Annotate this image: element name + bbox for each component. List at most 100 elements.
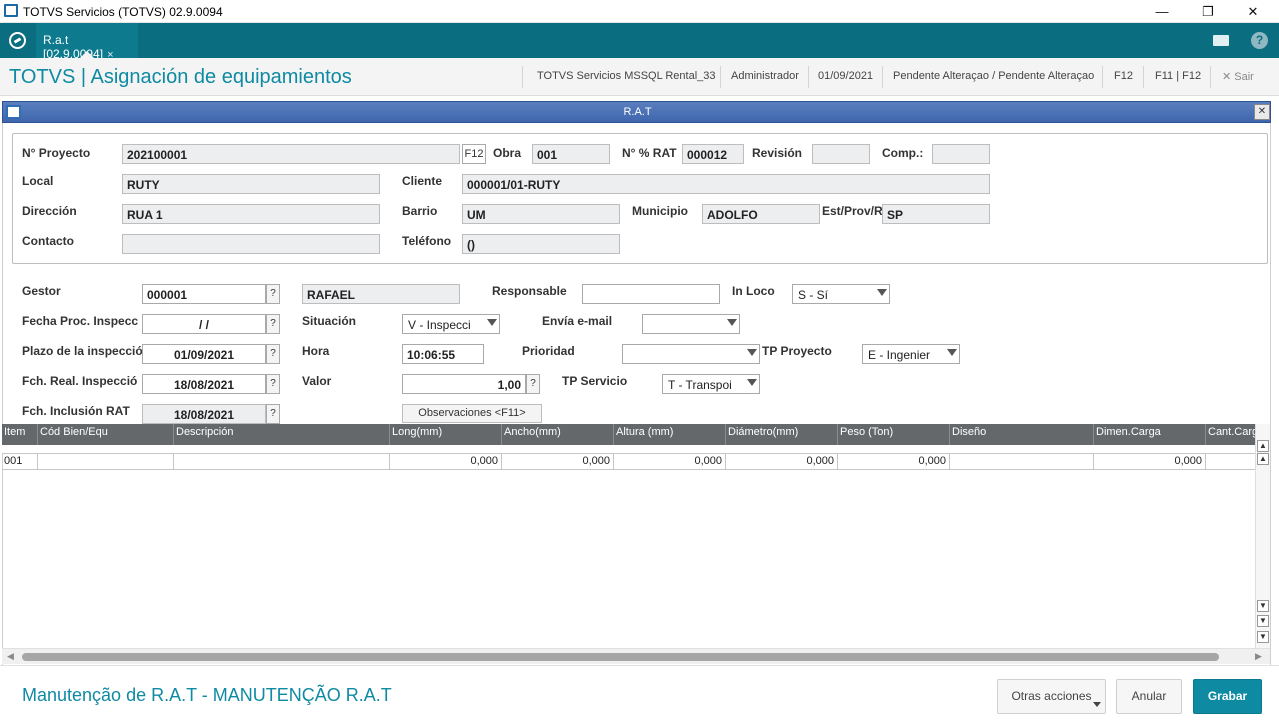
grabar-button[interactable]: Grabar <box>1193 679 1262 714</box>
cell-altura[interactable]: 0,000 <box>614 454 726 470</box>
totvs-logo-icon[interactable] <box>9 32 26 49</box>
col-header-altura[interactable]: Altura (mm) <box>614 424 726 445</box>
col-header-cod[interactable]: Cód Bien/Equ <box>38 424 174 445</box>
fch-incl-label: Fch. Inclusión RAT <box>22 404 130 418</box>
plazo-lookup-button[interactable]: ? <box>266 344 280 364</box>
col-header-item[interactable]: Item <box>2 424 38 445</box>
gestor-lookup-button[interactable]: ? <box>266 284 280 304</box>
estado-field[interactable]: SP <box>882 204 990 224</box>
hora-field[interactable]: 10:06:55 <box>402 344 484 364</box>
proyecto-field[interactable]: 202100001 <box>122 144 460 164</box>
tp-servicio-label: TP Servicio <box>562 374 628 388</box>
barrio-field[interactable]: UM <box>462 204 620 224</box>
comp-field[interactable] <box>932 144 990 164</box>
local-field[interactable]: RUTY <box>122 174 380 194</box>
fecha-proc-field[interactable]: / / <box>142 314 266 334</box>
cell-peso[interactable]: 0,000 <box>838 454 950 470</box>
minimize-icon[interactable]: — <box>1152 3 1172 20</box>
rat-label: N° % RAT <box>622 146 677 160</box>
revision-field[interactable] <box>812 144 870 164</box>
grid-header: Item Cód Bien/Equ Descripción Long(mm) A… <box>2 424 1255 445</box>
prioridad-label: Prioridad <box>522 344 575 358</box>
environment-label: TOTVS Servicios MSSQL Rental_33 <box>537 70 716 82</box>
cell-long[interactable]: 0,000 <box>390 454 502 470</box>
app-header: TOTVS | Asignación de equipamientos TOTV… <box>0 58 1279 96</box>
fch-real-lookup-button[interactable]: ? <box>266 374 280 394</box>
obra-field[interactable]: 001 <box>532 144 610 164</box>
telefono-field[interactable]: () <box>462 234 620 254</box>
chevron-down-icon <box>1093 702 1101 707</box>
cell-diseno[interactable] <box>950 454 1094 470</box>
direccion-field[interactable]: RUA 1 <box>122 204 380 224</box>
exit-button[interactable]: ✕ Sair <box>1222 70 1254 83</box>
f11-f12-shortcut[interactable]: F11 | F12 <box>1155 70 1201 82</box>
situacion-select[interactable]: V - Inspecci <box>402 314 500 334</box>
grid-vertical-scrollbar[interactable]: ▲ ▲ ▼ ▼ ▼ <box>1255 424 1270 648</box>
envia-select[interactable] <box>642 314 740 334</box>
prioridad-select[interactable] <box>622 344 760 364</box>
help-icon[interactable]: ? <box>1251 32 1268 49</box>
scroll-right-icon[interactable]: ▶ <box>1255 651 1262 662</box>
f12-lookup-button[interactable]: F12 <box>462 144 486 164</box>
cell-diametro[interactable]: 0,000 <box>726 454 838 470</box>
grid-horizontal-scrollbar[interactable]: ◀ ▶ <box>2 648 1270 664</box>
plazo-field[interactable]: 01/09/2021 <box>142 344 266 364</box>
f12-shortcut[interactable]: F12 <box>1114 70 1133 82</box>
close-window-icon[interactable]: ✕ <box>1243 3 1263 20</box>
cell-cod[interactable] <box>38 454 174 470</box>
rat-field[interactable]: 000012 <box>682 144 744 164</box>
chevron-down-icon <box>747 349 757 356</box>
tp-servicio-select[interactable]: T - Transpoi <box>662 374 760 394</box>
municipio-field[interactable]: ADOLFO <box>702 204 820 224</box>
col-header-peso[interactable]: Peso (Ton) <box>838 424 950 445</box>
chevron-down-icon <box>747 379 757 386</box>
mail-icon[interactable] <box>1213 35 1229 46</box>
fecha-proc-lookup-button[interactable]: ? <box>266 314 280 334</box>
col-header-long[interactable]: Long(mm) <box>390 424 502 445</box>
col-header-dimen-carga[interactable]: Dimen.Carga <box>1094 424 1206 445</box>
valor-lookup-button[interactable]: ? <box>526 374 540 394</box>
date-label: 01/09/2021 <box>818 70 874 82</box>
comp-label: Comp.: <box>882 146 924 160</box>
col-header-descripcion[interactable]: Descripción <box>174 424 390 445</box>
cell-ancho[interactable]: 0,000 <box>502 454 614 470</box>
inloco-select[interactable]: S - Sí <box>792 284 890 304</box>
tab-label: R.a.t [02.9.0094] <box>43 33 104 61</box>
table-row[interactable]: 001 0,000 0,000 0,000 0,000 0,000 0,000 <box>2 453 1255 470</box>
scrollbar-thumb[interactable] <box>22 653 1219 661</box>
cell-descripcion[interactable] <box>174 454 390 470</box>
responsable-field[interactable] <box>582 284 720 304</box>
col-header-cant-carga[interactable]: Cant.Carga <box>1206 424 1255 445</box>
otras-acciones-button[interactable]: Otras acciones <box>997 679 1106 714</box>
fch-incl-lookup-button[interactable]: ? <box>266 404 280 424</box>
valor-field[interactable]: 1,00 <box>402 374 526 394</box>
anular-button[interactable]: Anular <box>1116 679 1182 714</box>
dialog-title: R.A.T <box>623 106 652 118</box>
scroll-page-down-icon[interactable]: ▼ <box>1257 615 1269 627</box>
dialog-close-icon[interactable]: ✕ <box>1254 104 1270 120</box>
cell-item[interactable]: 001 <box>2 454 38 470</box>
tp-proyecto-select[interactable]: E - Ingenier <box>862 344 960 364</box>
cliente-field[interactable]: 000001/01-RUTY <box>462 174 990 194</box>
col-header-diseno[interactable]: Diseño <box>950 424 1094 445</box>
contacto-field[interactable] <box>122 234 380 254</box>
hora-label: Hora <box>302 344 330 358</box>
tp-proyecto-value: E - Ingenier <box>868 348 931 362</box>
fch-incl-field: 18/08/2021 <box>142 404 266 424</box>
restore-icon[interactable]: ❐ <box>1198 3 1218 20</box>
scroll-top-icon[interactable]: ▲ <box>1257 440 1269 452</box>
cell-dimen-carga[interactable]: 0,000 <box>1094 454 1206 470</box>
scroll-down-icon[interactable]: ▼ <box>1257 600 1269 612</box>
gestor-name-field: RAFAEL <box>302 284 460 304</box>
observaciones-button[interactable]: Observaciones <F11> <box>402 404 542 423</box>
col-header-ancho[interactable]: Ancho(mm) <box>502 424 614 445</box>
fch-real-field[interactable]: 18/08/2021 <box>142 374 266 394</box>
gestor-field[interactable]: 000001 <box>142 284 266 304</box>
proyecto-label: N° Proyecto <box>22 146 91 160</box>
cell-cant-carga[interactable] <box>1206 454 1255 470</box>
scroll-left-icon[interactable]: ◀ <box>7 651 14 662</box>
scroll-bottom-icon[interactable]: ▼ <box>1257 631 1269 643</box>
scroll-up-icon[interactable]: ▲ <box>1257 453 1269 465</box>
contacto-label: Contacto <box>22 234 74 248</box>
col-header-diametro[interactable]: Diámetro(mm) <box>726 424 838 445</box>
